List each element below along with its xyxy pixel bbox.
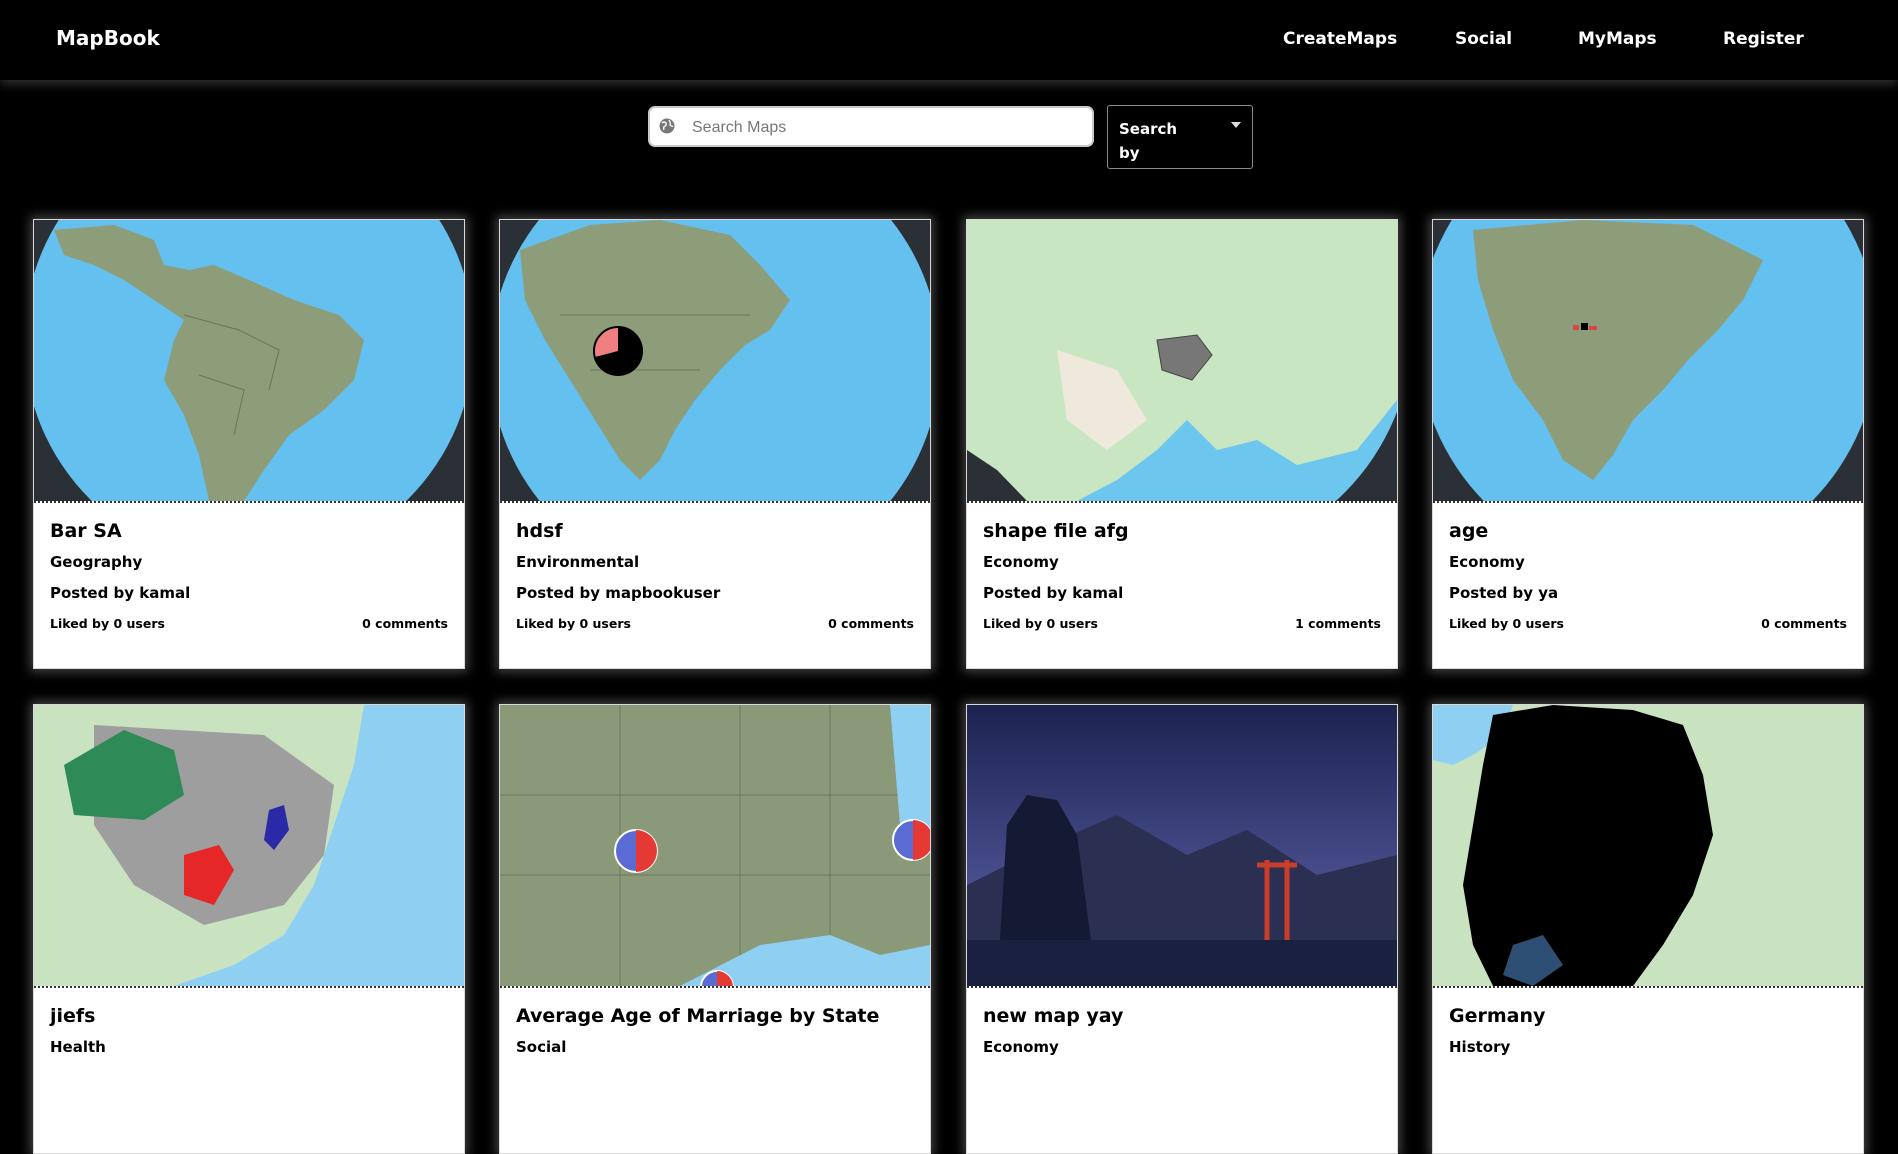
card-category: Economy <box>1449 553 1525 571</box>
card-category: Environmental <box>516 553 640 571</box>
map-thumbnail <box>34 220 464 503</box>
map-thumbnail <box>1433 705 1863 988</box>
search-input[interactable] <box>690 108 1090 147</box>
map-thumbnail <box>967 705 1397 988</box>
card-likes: Liked by 0 users <box>50 616 165 631</box>
card-title: Bar SA <box>50 520 122 542</box>
card-author: Posted by kamal <box>983 584 1124 602</box>
search-bar <box>648 106 1094 147</box>
map-card[interactable]: hdsf Environmental Posted by mapbookuser… <box>499 219 931 669</box>
card-title: shape file afg <box>983 520 1129 542</box>
card-comments: 1 comments <box>1295 616 1381 631</box>
card-comments: 0 comments <box>1761 616 1847 631</box>
map-card[interactable]: new map yay Economy <box>966 704 1398 1154</box>
card-likes: Liked by 0 users <box>516 616 631 631</box>
nav-register[interactable]: Register <box>1723 29 1804 49</box>
card-title: age <box>1449 520 1489 542</box>
nav-social[interactable]: Social <box>1455 29 1512 49</box>
globe-icon <box>659 118 675 134</box>
search-by-label: Search by <box>1119 120 1178 162</box>
card-author: Posted by ya <box>1449 584 1559 602</box>
card-author: Posted by mapbookuser <box>516 584 721 602</box>
map-card[interactable]: shape file afg Economy Posted by kamal L… <box>966 219 1398 669</box>
nav-create-maps[interactable]: CreateMaps <box>1283 29 1397 49</box>
card-title: hdsf <box>516 520 563 542</box>
card-category: Social <box>516 1038 567 1056</box>
card-author: Posted by kamal <box>50 584 191 602</box>
card-likes: Liked by 0 users <box>983 616 1098 631</box>
card-category: Geography <box>50 553 143 571</box>
search-by-dropdown[interactable]: Search by <box>1107 105 1253 169</box>
card-likes: Liked by 0 users <box>1449 616 1564 631</box>
card-category: History <box>1449 1038 1511 1056</box>
map-card[interactable]: jiefs Health <box>33 704 465 1154</box>
caret-down-icon <box>1231 122 1241 128</box>
map-card[interactable]: age Economy Posted by ya Liked by 0 user… <box>1432 219 1864 669</box>
card-category: Economy <box>983 553 1059 571</box>
map-card[interactable]: Bar SA Geography Posted by kamal Liked b… <box>33 219 465 669</box>
card-comments: 0 comments <box>828 616 914 631</box>
card-title: Average Age of Marriage by State <box>516 1005 880 1027</box>
map-card[interactable]: Germany History <box>1432 704 1864 1154</box>
card-category: Health <box>50 1038 106 1056</box>
map-thumbnail <box>1433 220 1863 503</box>
map-thumbnail <box>34 705 464 988</box>
map-card[interactable]: Average Age of Marriage by State Social <box>499 704 931 1154</box>
nav-my-maps[interactable]: MyMaps <box>1578 29 1657 49</box>
map-thumbnail <box>500 705 930 988</box>
top-navbar: MapBook CreateMaps Social MyMaps Registe… <box>0 0 1898 80</box>
map-thumbnail <box>500 220 930 503</box>
map-thumbnail <box>967 220 1397 503</box>
card-comments: 0 comments <box>362 616 448 631</box>
card-title: new map yay <box>983 1005 1124 1027</box>
card-category: Economy <box>983 1038 1059 1056</box>
card-title: jiefs <box>50 1005 96 1027</box>
app-logo[interactable]: MapBook <box>56 26 160 50</box>
card-title: Germany <box>1449 1005 1546 1027</box>
